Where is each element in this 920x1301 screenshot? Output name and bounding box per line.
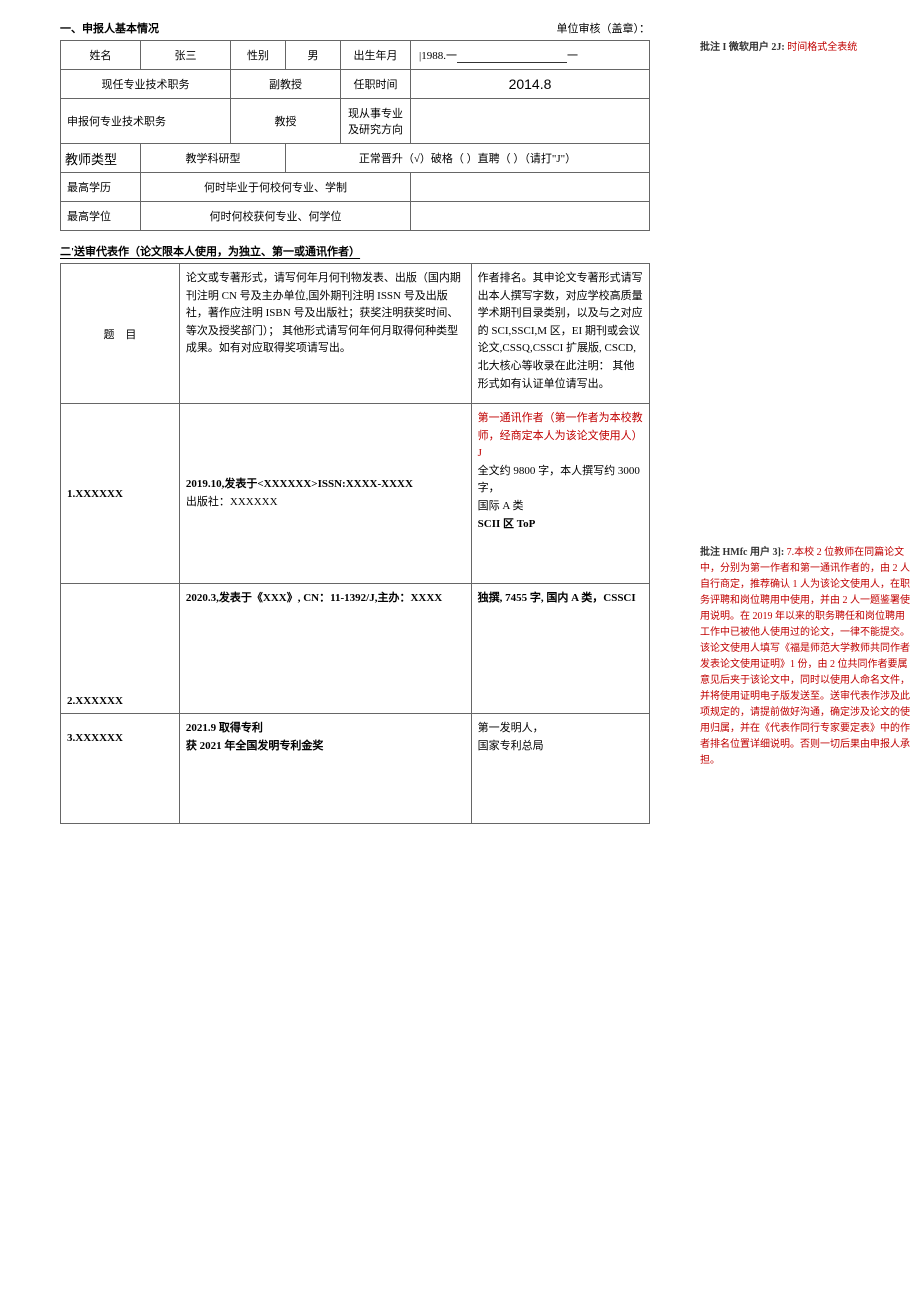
highest-edu-label: 最高学历 bbox=[61, 173, 141, 202]
pub3-rank: 第一发明人， 国家专利总局 bbox=[471, 714, 649, 824]
name-value: 张三 bbox=[141, 41, 231, 70]
highest-degree-note: 何时何校获何专业、何学位 bbox=[141, 202, 411, 231]
gender-value: 男 bbox=[286, 41, 341, 70]
pub1-title: 1.XXXXXX bbox=[61, 404, 180, 584]
comment-2: 批注 HMfc 用户 3]: 7.本校 2 位教师在同篇论文中，分别为第一作者和… bbox=[700, 545, 910, 769]
table-row: 1.XXXXXX 2019.10,发表于<XXXXXX>ISSN:XXXX-XX… bbox=[61, 404, 650, 584]
dob-underline bbox=[457, 62, 567, 63]
highest-edu-value bbox=[411, 173, 650, 202]
highest-degree-label: 最高学位 bbox=[61, 202, 141, 231]
field-label: 现从事专业及研究方向 bbox=[341, 99, 411, 144]
pub2-detail: 2020.3,发表于《XXX》, CN：11-1392/J,主办：XXXX bbox=[179, 584, 471, 714]
table-row: 3.XXXXXX 2021.9 取得专利 获 2021 年全国发明专利金奖 第一… bbox=[61, 714, 650, 824]
comment-1: 批注 I 微软用户 2J: 时间格式全表统 bbox=[700, 40, 910, 56]
col1-header: 题 目 bbox=[61, 264, 180, 404]
section2-title: 二'送审代表作（论文限本人使用，为独立、第一或通讯作者） bbox=[60, 243, 650, 259]
pub1-detail: 2019.10,发表于<XXXXXX>ISSN:XXXX-XXXX 出版社：XX… bbox=[179, 404, 471, 584]
teacher-type-label: 教师类型 bbox=[61, 144, 141, 173]
appoint-time-label: 任职时间 bbox=[341, 70, 411, 99]
pub3-detail: 2021.9 取得专利 获 2021 年全国发明专利金奖 bbox=[179, 714, 471, 824]
gender-label: 性别 bbox=[231, 41, 286, 70]
pub1-rank: 第一通讯作者（第一作者为本校教师，经商定本人为该论文使用人）J 全文约 9800… bbox=[471, 404, 649, 584]
stamp-label: 单位审核（盖章）： bbox=[557, 20, 651, 36]
highest-degree-value bbox=[411, 202, 650, 231]
publications-table: 题 目 论文或专著形式，请写何年月何刊物发表、出版（国内期刊注明 CN 号及主办… bbox=[60, 263, 650, 824]
dob-label: 出生年月 bbox=[341, 41, 411, 70]
applicant-info-table: 姓名 张三 性别 男 出生年月 |1988.一一 现任专业技术职务 副教授 任职… bbox=[60, 40, 650, 231]
pub2-rank: 独撰, 7455 字, 国内 A 类，CSSCI bbox=[471, 584, 649, 714]
section1-header: 一、申报人基本情况 单位审核（盖章）： bbox=[60, 20, 650, 36]
section1-title: 一、申报人基本情况 bbox=[60, 20, 159, 36]
field-value bbox=[411, 99, 650, 144]
pub3-title: 3.XXXXXX bbox=[61, 714, 180, 824]
promotion-options: 正常晋升（√）破格（ ）直聘（ ）（请打"J"） bbox=[286, 144, 650, 173]
teacher-type-value: 教学科研型 bbox=[141, 144, 286, 173]
current-title-label: 现任专业技术职务 bbox=[61, 70, 231, 99]
apply-title-label: 申报何专业技术职务 bbox=[61, 99, 231, 144]
dob-value: |1988.一一 bbox=[411, 41, 650, 70]
col2-header: 论文或专著形式，请写何年月何刊物发表、出版（国内期刊注明 CN 号及主办单位,国… bbox=[179, 264, 471, 404]
apply-title-value: 教授 bbox=[231, 99, 341, 144]
name-label: 姓名 bbox=[61, 41, 141, 70]
col3-header: 作者排名。其申论文专著形式请写出本人撰写字数，对应学校高质量学术期刊目录类别，以… bbox=[471, 264, 649, 404]
table-row: 2.XXXXXX 2020.3,发表于《XXX》, CN：11-1392/J,主… bbox=[61, 584, 650, 714]
pub2-title: 2.XXXXXX bbox=[61, 584, 180, 714]
highest-edu-note: 何时毕业于何校何专业、学制 bbox=[141, 173, 411, 202]
appoint-time-value: 2014.8 bbox=[411, 70, 650, 99]
current-title-value: 副教授 bbox=[231, 70, 341, 99]
